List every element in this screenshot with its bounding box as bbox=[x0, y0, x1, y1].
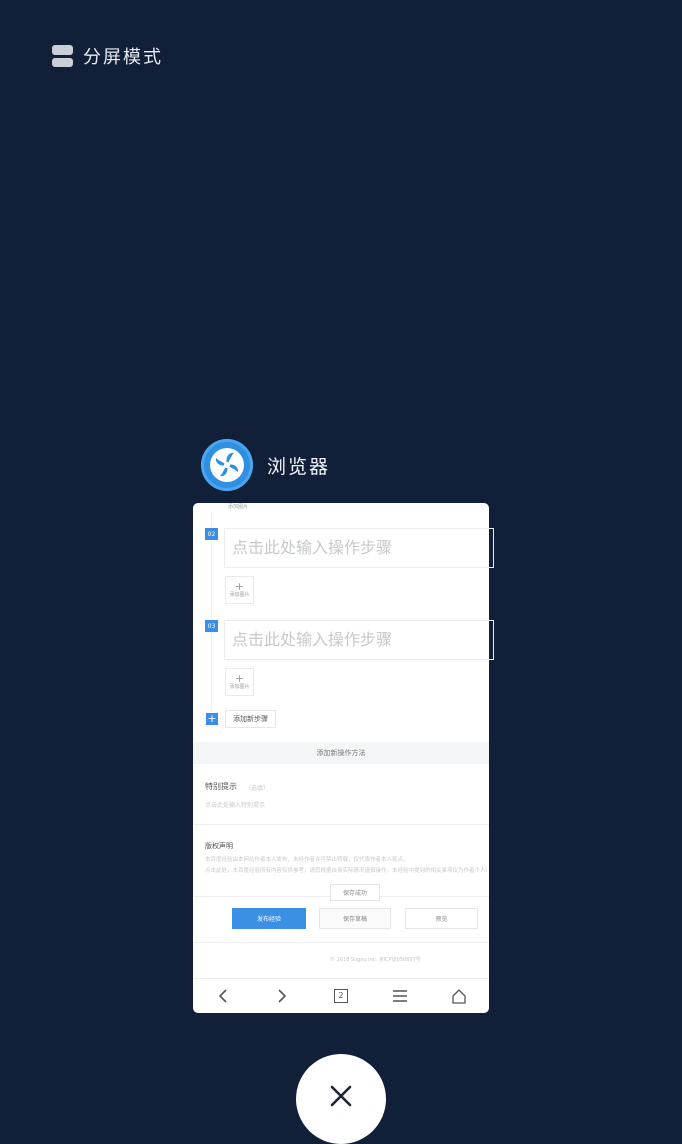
tabs-button[interactable]: 2 bbox=[329, 984, 353, 1008]
split-mode-label: 分屏模式 bbox=[83, 47, 163, 68]
step-number-badge: 02 bbox=[205, 528, 218, 540]
step-input[interactable]: 点击此处输入操作步骤 bbox=[224, 620, 494, 660]
forward-button[interactable] bbox=[270, 984, 294, 1008]
step-placeholder: 点击此处输入操作步骤 bbox=[232, 630, 393, 649]
home-button[interactable] bbox=[447, 984, 471, 1008]
add-step-plus-icon[interactable]: + bbox=[206, 713, 218, 725]
chevron-left-icon bbox=[218, 989, 227, 1003]
step-number-badge: 03 bbox=[205, 620, 218, 632]
split-mode-toggle[interactable]: 分屏模式 bbox=[52, 43, 163, 69]
step-input[interactable]: 点击此处输入操作步骤 bbox=[224, 528, 494, 568]
tips-input[interactable]: 点击此处输入特别提示 bbox=[205, 800, 475, 809]
app-name: 浏览器 bbox=[267, 455, 331, 478]
preview-button[interactable]: 预览 bbox=[405, 908, 478, 929]
section-divider bbox=[193, 942, 489, 943]
add-image-label: 添加图片 bbox=[229, 684, 250, 690]
copyright-title: 版权声明 bbox=[205, 842, 233, 850]
add-image-button[interactable]: + 添加图片 bbox=[225, 576, 254, 604]
publish-button[interactable]: 发布经验 bbox=[232, 908, 306, 929]
plus-icon: + bbox=[234, 580, 245, 593]
tips-title: 特别提示 bbox=[205, 782, 237, 791]
add-image-button[interactable]: + 添加图片 bbox=[225, 668, 254, 696]
browser-fan-icon bbox=[201, 439, 253, 491]
tab-count: 2 bbox=[338, 991, 344, 1000]
close-button[interactable] bbox=[296, 1054, 386, 1144]
save-success-toast: 保存成功 bbox=[330, 884, 380, 901]
section-divider bbox=[193, 824, 489, 825]
add-step-button[interactable]: 添加新步骤 bbox=[225, 710, 276, 728]
add-method-button[interactable]: 添加新操作方法 bbox=[193, 742, 489, 764]
tabs-count-icon: 2 bbox=[333, 989, 348, 1003]
chevron-right-icon bbox=[278, 989, 286, 1003]
tips-note: （选填） bbox=[245, 785, 270, 792]
step-placeholder: 点击此处输入操作步骤 bbox=[232, 538, 393, 557]
plus-icon: + bbox=[234, 672, 245, 685]
browser-nav-bar: 2 bbox=[193, 978, 489, 1013]
footer-copyright: © 2018 Sogou Inc. 京ICP证050897号 bbox=[330, 957, 421, 963]
add-image-label: 添加图片 bbox=[229, 592, 250, 598]
back-button[interactable] bbox=[211, 984, 235, 1008]
menu-button[interactable] bbox=[388, 984, 412, 1008]
step-timeline-line bbox=[211, 512, 212, 712]
copyright-line-2: 点击此处，本百度经验所有内容仅供参考，请您根据自身实际情况谨慎操作，本经验中提到… bbox=[205, 868, 487, 874]
home-icon bbox=[452, 989, 466, 1004]
save-draft-button[interactable]: 保存草稿 bbox=[319, 908, 391, 929]
add-step-row: + 添加新步骤 bbox=[206, 710, 276, 728]
close-icon bbox=[330, 1085, 352, 1107]
app-header: 浏览器 bbox=[201, 439, 330, 491]
split-screen-icon bbox=[52, 45, 73, 67]
copyright-line-1: 本百度经验由本网站作者本人发布，未经作者许可禁止转载，仅代表作者本人观点。 bbox=[205, 857, 409, 863]
top-add-image-label: 添加图片 bbox=[228, 504, 249, 510]
menu-icon bbox=[393, 990, 408, 1002]
